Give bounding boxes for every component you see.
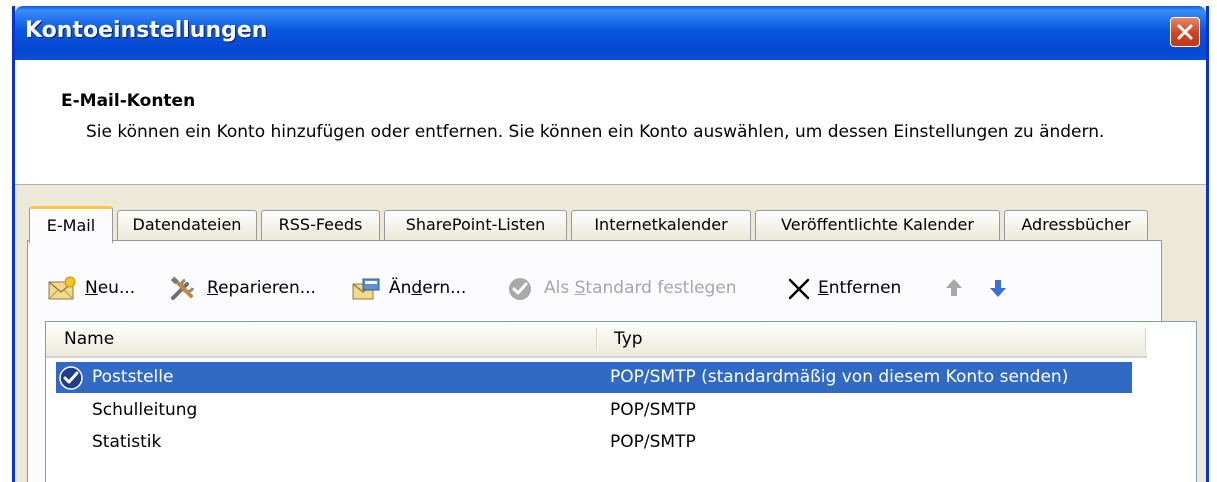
account-list[interactable]: Name Typ Poststelle POP/SMTP (standardmä… xyxy=(45,321,1197,482)
repair-label-post: eparieren... xyxy=(218,278,316,298)
arrow-down-icon xyxy=(990,280,1006,297)
account-name: Statistik xyxy=(92,432,162,452)
change-label-pre: Än xyxy=(389,278,412,298)
remove-account-button[interactable]: Entfernen xyxy=(787,270,927,306)
tab-sharepoint-lists[interactable]: SharePoint-Listen xyxy=(384,210,567,240)
tab-address-books[interactable]: Adressbücher xyxy=(1004,210,1148,240)
mail-new-icon xyxy=(48,276,76,300)
change-account-button[interactable]: Ändern... xyxy=(351,270,491,306)
change-icon xyxy=(352,278,380,300)
section-description: Sie können ein Konto hinzufügen oder ent… xyxy=(86,122,1105,142)
close-button[interactable] xyxy=(1170,17,1200,47)
account-type: POP/SMTP (standardmäßig von diesem Konto… xyxy=(610,367,1069,387)
tab-rss-feeds[interactable]: RSS-Feeds xyxy=(261,210,380,240)
column-header-type[interactable]: Typ xyxy=(614,322,643,356)
tab-published-calendars[interactable]: Veröffentlichte Kalender xyxy=(755,210,1000,240)
change-label-post: ern... xyxy=(422,278,467,298)
move-down-button[interactable] xyxy=(987,270,1013,306)
default-label-pre: Als xyxy=(544,278,575,298)
change-label-key: d xyxy=(411,278,423,298)
column-divider[interactable] xyxy=(1145,328,1147,350)
column-divider[interactable] xyxy=(596,328,598,350)
tab-email[interactable]: E-Mail xyxy=(29,206,113,243)
header-panel: E-Mail-Konten Sie können ein Konto hinzu… xyxy=(15,60,1206,185)
account-name: Poststelle xyxy=(92,367,174,387)
remove-label-key: E xyxy=(818,278,829,298)
arrow-up-icon xyxy=(946,279,962,296)
default-label-post: tandard festlegen xyxy=(585,278,737,298)
set-default-button[interactable]: Als Standard festlegen xyxy=(507,270,767,306)
list-item-schulleitung[interactable]: Schulleitung POP/SMTP xyxy=(56,395,1132,426)
repair-label-key: R xyxy=(207,278,219,298)
list-item-statistik[interactable]: Statistik POP/SMTP xyxy=(56,427,1132,458)
repair-tools-icon xyxy=(170,276,195,300)
list-item-poststelle[interactable]: Poststelle POP/SMTP (standardmäßig von d… xyxy=(56,362,1132,393)
list-header: Name Typ xyxy=(46,322,1147,358)
new-label-key: N xyxy=(85,278,98,298)
new-account-button[interactable]: Neu... xyxy=(47,270,155,306)
remove-x-icon xyxy=(788,278,810,300)
account-type: POP/SMTP xyxy=(610,400,696,420)
tab-internet-calendars[interactable]: Internetkalender xyxy=(571,210,751,240)
close-icon xyxy=(1177,24,1193,40)
move-up-button[interactable] xyxy=(943,270,969,306)
title-bar[interactable]: Kontoeinstellungen xyxy=(15,6,1206,60)
default-check-icon xyxy=(509,278,531,300)
account-settings-window: Kontoeinstellungen E-Mail-Konten Sie kön… xyxy=(12,6,1209,482)
column-header-name[interactable]: Name xyxy=(64,322,114,356)
new-label-post: eu... xyxy=(97,278,136,298)
default-account-icon xyxy=(59,366,83,390)
remove-label-post: ntfernen xyxy=(828,278,902,298)
window-title: Kontoeinstellungen xyxy=(25,18,268,43)
tab-data-files[interactable]: Datendateien xyxy=(117,210,257,240)
default-label-key: S xyxy=(574,278,586,298)
section-title: E-Mail-Konten xyxy=(61,91,196,111)
repair-account-button[interactable]: Reparieren... xyxy=(169,270,339,306)
account-name: Schulleitung xyxy=(92,400,198,420)
account-type: POP/SMTP xyxy=(610,432,696,452)
